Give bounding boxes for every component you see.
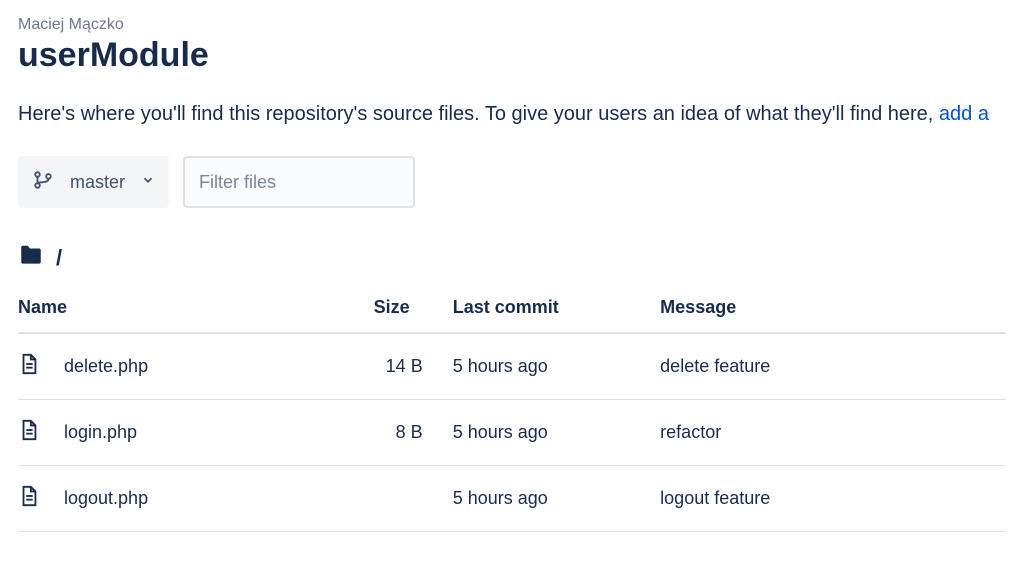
repo-description: Here's where you'll find this repository… bbox=[18, 103, 1006, 126]
description-text: Here's where you'll find this repository… bbox=[18, 103, 939, 125]
last-commit: 5 hours ago bbox=[453, 400, 660, 466]
last-commit: 5 hours ago bbox=[453, 333, 660, 400]
file-size bbox=[374, 466, 453, 532]
header-size: Size bbox=[374, 285, 453, 333]
file-icon bbox=[18, 418, 40, 447]
table-row: login.php 8 B5 hours agorefactor bbox=[18, 400, 1006, 466]
add-readme-link[interactable]: add a bbox=[939, 103, 989, 125]
last-commit: 5 hours ago bbox=[453, 466, 660, 532]
controls-bar: master bbox=[18, 156, 1006, 208]
header-message: Message bbox=[660, 285, 1006, 333]
branch-icon bbox=[32, 169, 54, 196]
file-icon bbox=[18, 352, 40, 381]
filter-files-input[interactable] bbox=[183, 156, 415, 208]
breadcrumb: / bbox=[18, 242, 1006, 273]
header-last-commit: Last commit bbox=[453, 285, 660, 333]
commit-message[interactable]: refactor bbox=[660, 400, 1006, 466]
file-name-link[interactable]: logout.php bbox=[64, 488, 148, 509]
header-name: Name bbox=[18, 285, 374, 333]
table-row: delete.php 14 B5 hours agodelete feature bbox=[18, 333, 1006, 400]
repo-owner[interactable]: Maciej Mączko bbox=[18, 16, 1006, 34]
branch-name: master bbox=[70, 172, 125, 193]
file-name-link[interactable]: login.php bbox=[64, 422, 137, 443]
commit-message[interactable]: logout feature bbox=[660, 466, 1006, 532]
repo-title: userModule bbox=[18, 36, 1006, 75]
file-name-link[interactable]: delete.php bbox=[64, 356, 148, 377]
file-icon bbox=[18, 484, 40, 513]
file-size: 14 B bbox=[374, 333, 453, 400]
folder-icon bbox=[18, 242, 44, 273]
file-table: Name Size Last commit Message delete.php… bbox=[18, 285, 1006, 532]
file-size: 8 B bbox=[374, 400, 453, 466]
table-row: logout.php 5 hours agologout feature bbox=[18, 466, 1006, 532]
commit-message[interactable]: delete feature bbox=[660, 333, 1006, 400]
chevron-down-icon bbox=[141, 173, 155, 192]
breadcrumb-path: / bbox=[56, 245, 62, 271]
branch-selector[interactable]: master bbox=[18, 156, 169, 208]
